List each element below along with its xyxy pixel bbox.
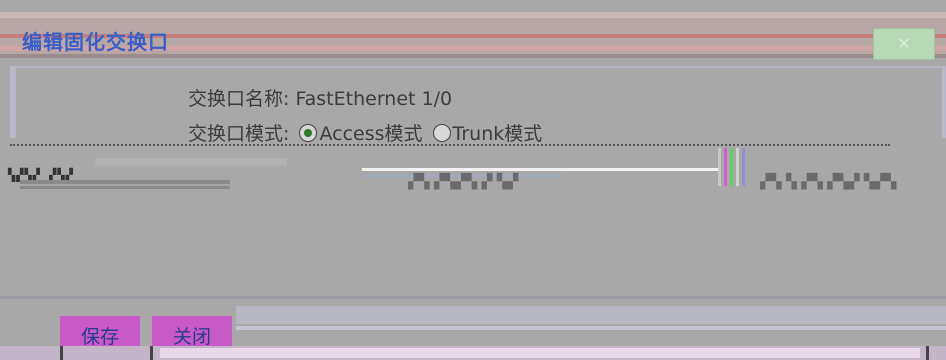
footer-band	[236, 306, 946, 324]
artifact-vbar	[718, 148, 721, 186]
artifact-vbar	[724, 148, 727, 186]
titlebar-stripe	[0, 12, 946, 18]
artifact-line	[362, 168, 720, 171]
edit-port-dialog: 编辑固化交换口 ✕ 交换口名称: FastEthernet 1/0 交换口模式:…	[0, 0, 946, 360]
close-icon[interactable]: ✕	[873, 28, 935, 60]
artifact-bar	[20, 186, 230, 189]
artifact-vbar	[736, 148, 739, 186]
artifact-vbar	[730, 148, 733, 186]
footer-band	[236, 326, 946, 330]
bottom-artifact-strip	[0, 346, 946, 360]
artifact-text: ▞▚ ▞▚▞▚ ▞ ▚▞	[408, 174, 519, 190]
artifact-band	[160, 348, 920, 358]
artifact-mark	[926, 346, 929, 360]
dialog-title: 编辑固化交换口	[22, 30, 169, 54]
artifact-dotted-line	[10, 144, 890, 148]
artifact-mark	[150, 346, 153, 360]
artifact-input-fragment	[95, 158, 287, 166]
dialog-titlebar: 编辑固化交换口 ✕	[0, 12, 946, 60]
port-name-label: 交换口名称:	[188, 88, 290, 110]
artifact-text: ▞▚ ▚ ▞▚ ▞▚▞ ▚▞▚	[760, 174, 897, 190]
render-artifact-row: ▚▞▚▞ ▞▚▞ ▞▚ ▞▚▞▚ ▞ ▚▞ ▞▚ ▚ ▞▚ ▞▚▞ ▚▞▚	[0, 138, 946, 194]
port-name-row: 交换口名称: FastEthernet 1/0	[188, 84, 452, 111]
artifact-mark	[60, 346, 63, 360]
port-name-value: FastEthernet 1/0	[295, 88, 453, 110]
artifact-bar	[20, 180, 230, 184]
artifact-vbar	[742, 148, 745, 186]
footer-divider	[0, 296, 946, 299]
